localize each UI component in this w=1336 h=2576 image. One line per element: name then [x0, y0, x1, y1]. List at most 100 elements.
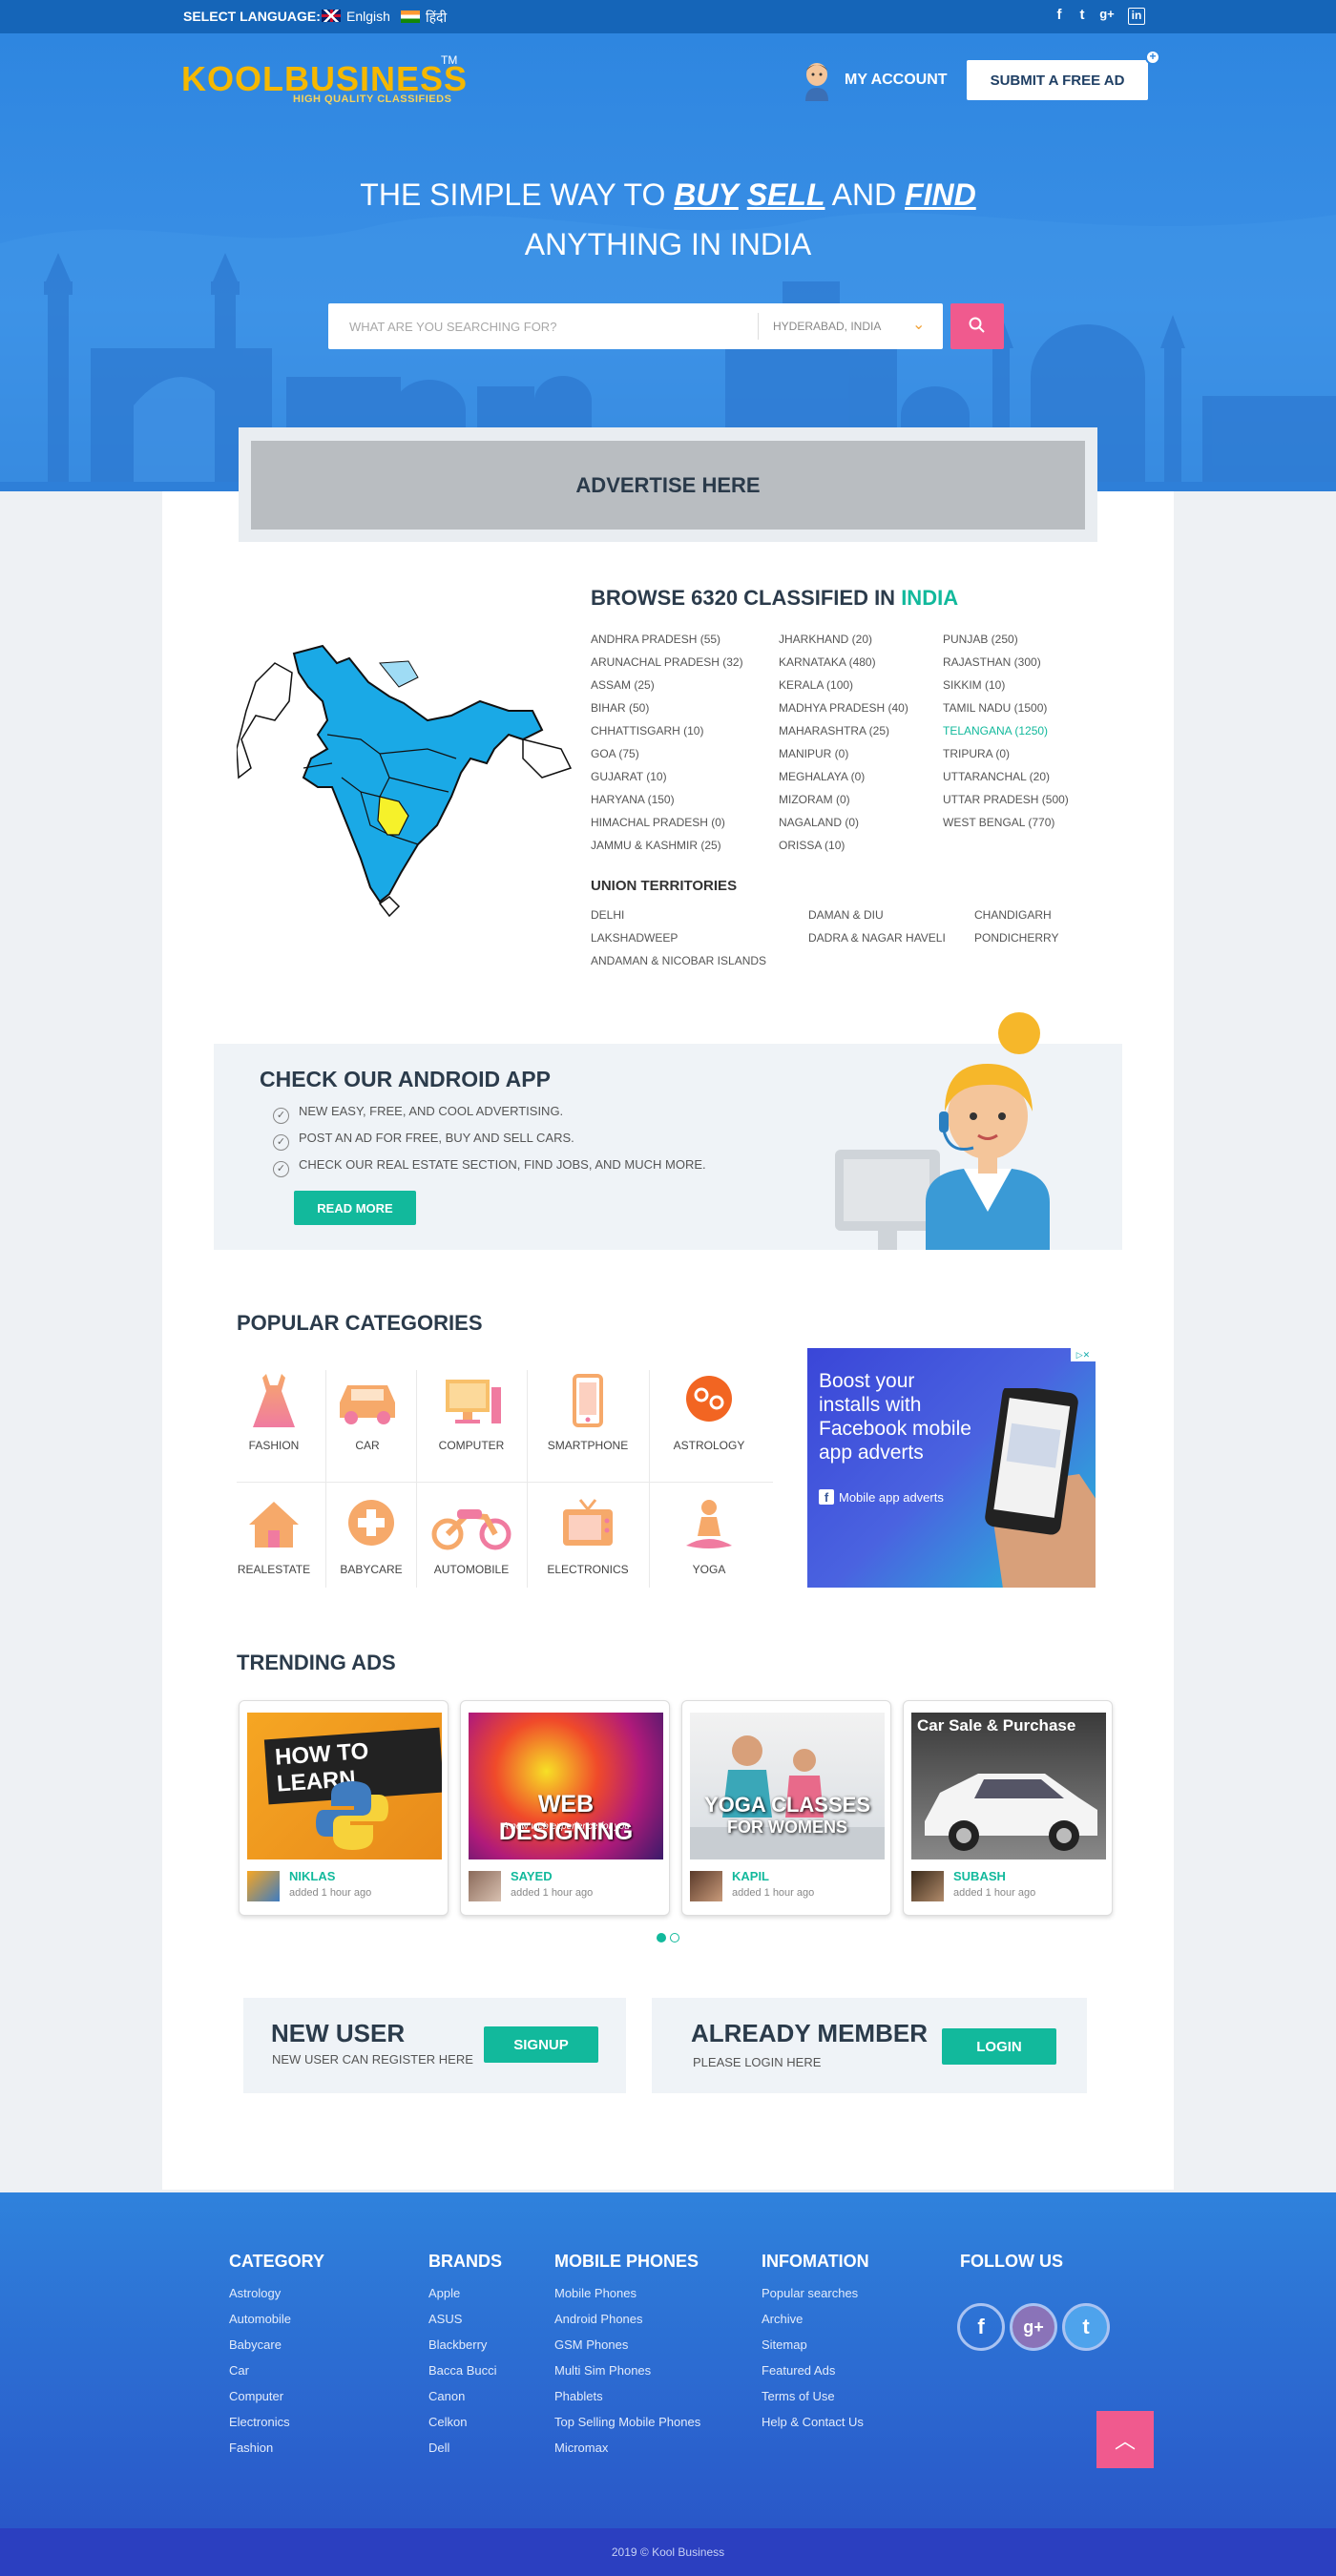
footer-link[interactable]: Babycare: [229, 2337, 282, 2352]
trending-ad-card[interactable]: Car Sale & Purchase SUBASH added 1 hour …: [903, 1700, 1113, 1916]
location-select[interactable]: HYDERABAD, INDIA: [773, 320, 881, 333]
footer-link[interactable]: Computer: [229, 2389, 283, 2403]
footer-link[interactable]: Electronics: [229, 2415, 290, 2429]
union-territory-link[interactable]: PONDICHERRY: [974, 931, 1058, 945]
state-link[interactable]: HARYANA (150): [591, 793, 675, 806]
state-link[interactable]: PUNJAB (250): [943, 633, 1018, 646]
advertise-here-banner[interactable]: ADVERTISE HERE: [251, 441, 1085, 530]
scroll-to-top-button[interactable]: ︿: [1096, 2411, 1154, 2468]
state-link[interactable]: GOA (75): [591, 747, 639, 760]
poster-name[interactable]: NIKLAS: [289, 1869, 335, 1883]
footer-link[interactable]: Multi Sim Phones: [554, 2363, 651, 2378]
state-link[interactable]: JHARKHAND (20): [779, 633, 872, 646]
footer-link[interactable]: Featured Ads: [762, 2363, 835, 2378]
union-territory-link[interactable]: CHANDIGARH: [974, 908, 1052, 922]
footer-link[interactable]: Help & Contact Us: [762, 2415, 864, 2429]
read-more-button[interactable]: READ MORE: [294, 1191, 416, 1225]
user-avatar-icon[interactable]: [798, 59, 836, 101]
poster-name[interactable]: SAYED: [511, 1869, 553, 1883]
state-link[interactable]: BIHAR (50): [591, 701, 649, 715]
category-fashion[interactable]: FASHION: [226, 1372, 322, 1452]
facebook-icon[interactable]: f: [1050, 7, 1069, 26]
footer-link[interactable]: Automobile: [229, 2312, 291, 2326]
twitter-icon[interactable]: t: [1062, 2303, 1110, 2351]
state-link[interactable]: MIZORAM (0): [779, 793, 850, 806]
category-astrology[interactable]: ASTROLOGY: [661, 1372, 757, 1452]
footer-link[interactable]: Sitemap: [762, 2337, 807, 2352]
state-link[interactable]: KARNATAKA (480): [779, 655, 876, 669]
state-link[interactable]: TAMIL NADU (1500): [943, 701, 1047, 715]
footer-link[interactable]: Terms of Use: [762, 2389, 835, 2403]
state-link[interactable]: JAMMU & KASHMIR (25): [591, 839, 721, 852]
state-link[interactable]: NAGALAND (0): [779, 816, 859, 829]
category-electronics[interactable]: ELECTRONICS: [540, 1496, 636, 1576]
india-map[interactable]: [237, 644, 575, 921]
state-link[interactable]: MAHARASHTRA (25): [779, 724, 889, 737]
union-territory-link[interactable]: DELHI: [591, 908, 624, 922]
language-hindi[interactable]: हिंदी: [401, 9, 447, 27]
state-link[interactable]: HIMACHAL PRADESH (0): [591, 816, 725, 829]
category-car[interactable]: CAR: [320, 1372, 415, 1452]
footer-link[interactable]: Dell: [428, 2441, 449, 2455]
facebook-icon[interactable]: f: [957, 2303, 1005, 2351]
language-english[interactable]: Enlgish: [322, 9, 390, 24]
state-link[interactable]: MEGHALAYA (0): [779, 770, 865, 783]
union-territory-link[interactable]: LAKSHADWEEP: [591, 931, 678, 945]
search-input[interactable]: [328, 303, 758, 349]
state-link[interactable]: GUJARAT (10): [591, 770, 667, 783]
my-account-link[interactable]: MY ACCOUNT: [845, 72, 948, 89]
footer-link[interactable]: Bacca Bucci: [428, 2363, 497, 2378]
signup-button[interactable]: SIGNUP: [484, 2026, 598, 2063]
state-link[interactable]: ANDHRA PRADESH (55): [591, 633, 720, 646]
state-link[interactable]: UTTAR PRADESH (500): [943, 793, 1069, 806]
poster-name[interactable]: KAPIL: [732, 1869, 769, 1883]
login-button[interactable]: LOGIN: [942, 2028, 1056, 2065]
trending-ad-card[interactable]: WEB DESIGNING A new web experience for y…: [460, 1700, 670, 1916]
category-computer[interactable]: COMPUTER: [424, 1372, 519, 1452]
union-territory-link[interactable]: DADRA & NAGAR HAVELI: [808, 931, 946, 945]
footer-link[interactable]: Top Selling Mobile Phones: [554, 2415, 700, 2429]
chevron-down-icon[interactable]: ⌄: [912, 315, 925, 334]
footer-link[interactable]: Celkon: [428, 2415, 467, 2429]
footer-link[interactable]: Android Phones: [554, 2312, 643, 2326]
footer-link[interactable]: Micromax: [554, 2441, 608, 2455]
footer-link[interactable]: Canon: [428, 2389, 465, 2403]
poster-name[interactable]: SUBASH: [953, 1869, 1006, 1883]
footer-link[interactable]: Popular searches: [762, 2286, 858, 2300]
state-link[interactable]: RAJASTHAN (300): [943, 655, 1041, 669]
category-babycare[interactable]: BABYCARE: [324, 1496, 419, 1576]
state-link[interactable]: WEST BENGAL (770): [943, 816, 1054, 829]
footer-link[interactable]: Phablets: [554, 2389, 603, 2403]
category-smartphone[interactable]: SMARTPHONE: [540, 1372, 636, 1452]
state-link[interactable]: TELANGANA (1250): [943, 724, 1048, 737]
footer-link[interactable]: Astrology: [229, 2286, 281, 2300]
ad-choices-icon[interactable]: ▷✕: [1071, 1348, 1096, 1361]
footer-link[interactable]: ASUS: [428, 2312, 462, 2326]
category-realestate[interactable]: REALESTATE: [226, 1496, 322, 1576]
carousel-dot[interactable]: [670, 1933, 679, 1942]
state-link[interactable]: ORISSA (10): [779, 839, 845, 852]
trending-ad-card[interactable]: YOGA CLASSES FOR WOMENS KAPIL added 1 ho…: [681, 1700, 891, 1916]
footer-link[interactable]: Apple: [428, 2286, 460, 2300]
footer-link[interactable]: Fashion: [229, 2441, 273, 2455]
union-territory-link[interactable]: ANDAMAN & NICOBAR ISLANDS: [591, 954, 766, 967]
footer-link[interactable]: Blackberry: [428, 2337, 487, 2352]
state-link[interactable]: KERALA (100): [779, 678, 853, 692]
twitter-icon[interactable]: t: [1073, 7, 1092, 26]
state-link[interactable]: MANIPUR (0): [779, 747, 848, 760]
state-link[interactable]: SIKKIM (10): [943, 678, 1005, 692]
state-link[interactable]: UTTARANCHAL (20): [943, 770, 1050, 783]
carousel-dot-active[interactable]: [657, 1933, 666, 1942]
facebook-ad-banner[interactable]: Boost your installs with Facebook mobile…: [807, 1348, 1096, 1588]
state-link[interactable]: CHHATTISGARH (10): [591, 724, 703, 737]
google-plus-icon[interactable]: g+: [1010, 2303, 1057, 2351]
footer-link[interactable]: Archive: [762, 2312, 803, 2326]
category-automobile[interactable]: AUTOMOBILE: [424, 1496, 519, 1576]
google-plus-icon[interactable]: g+: [1097, 7, 1117, 26]
state-link[interactable]: ARUNACHAL PRADESH (32): [591, 655, 743, 669]
footer-link[interactable]: Car: [229, 2363, 249, 2378]
footer-link[interactable]: GSM Phones: [554, 2337, 628, 2352]
state-link[interactable]: MADHYA PRADESH (40): [779, 701, 908, 715]
state-link[interactable]: ASSAM (25): [591, 678, 655, 692]
category-yoga[interactable]: YOGA: [661, 1496, 757, 1576]
